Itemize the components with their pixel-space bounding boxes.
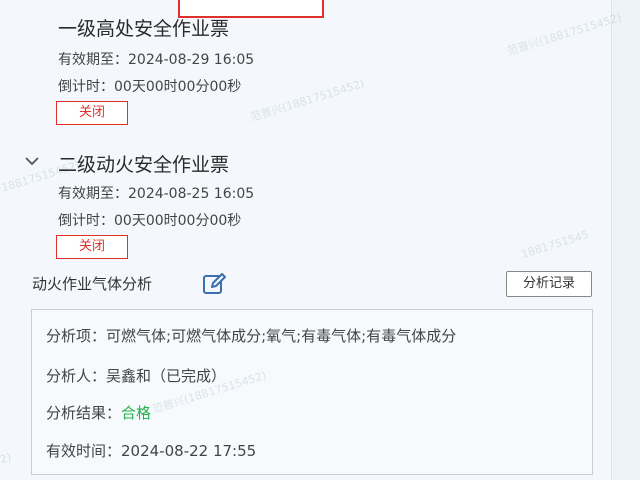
analysis-result-label: 分析结果： <box>46 404 122 422</box>
analyst: 分析人：吴鑫和（已完成） <box>46 365 226 386</box>
valid-time: 有效时间：2024-08-22 17:55 <box>46 440 256 461</box>
permit-countdown: 倒计时：00天00时00分00秒 <box>58 79 242 95</box>
status-tag-closed[interactable]: 关闭 <box>56 235 128 259</box>
valid-time-label: 有效时间： <box>46 442 122 460</box>
analysis-card: 分析项：可燃气体;可燃气体成分;氧气;有毒气体;有毒气体成分 分析人：吴鑫和（已… <box>31 309 593 475</box>
analyst-label: 分析人： <box>46 367 107 385</box>
analysis-items-value: 可燃气体;可燃气体成分;氧气;有毒气体;有毒气体成分 <box>106 327 457 345</box>
chevron-down-icon[interactable] <box>24 155 40 167</box>
permit-title: 一级高处安全作业票 <box>58 18 230 40</box>
analysis-items-label: 分析项： <box>46 327 107 345</box>
valid-time-value: 2024-08-22 17:55 <box>121 442 257 460</box>
analysis-items: 分析项：可燃气体;可燃气体成分;氧气;有毒气体;有毒气体成分 <box>46 325 456 346</box>
permit-validity: 有效期至：2024-08-29 16:05 <box>58 52 255 68</box>
analysis-result: 分析结果：合格 <box>46 402 151 423</box>
permit-detail-panel: 一级高处安全作业票 有效期至：2024-08-29 16:05 倒计时：00天0… <box>0 0 612 480</box>
section-title: 动火作业气体分析 <box>32 275 153 293</box>
permit-countdown: 倒计时：00天00时00分00秒 <box>58 213 242 229</box>
permit-validity: 有效期至：2024-08-25 16:05 <box>58 186 255 202</box>
analyst-value: 吴鑫和（已完成） <box>106 367 227 385</box>
analysis-result-value: 合格 <box>121 404 152 422</box>
edit-icon[interactable] <box>200 270 228 298</box>
analysis-record-button[interactable]: 分析记录 <box>506 271 592 297</box>
status-tag-closed[interactable]: 关闭 <box>56 101 128 125</box>
permit-title: 二级动火安全作业票 <box>58 154 230 176</box>
